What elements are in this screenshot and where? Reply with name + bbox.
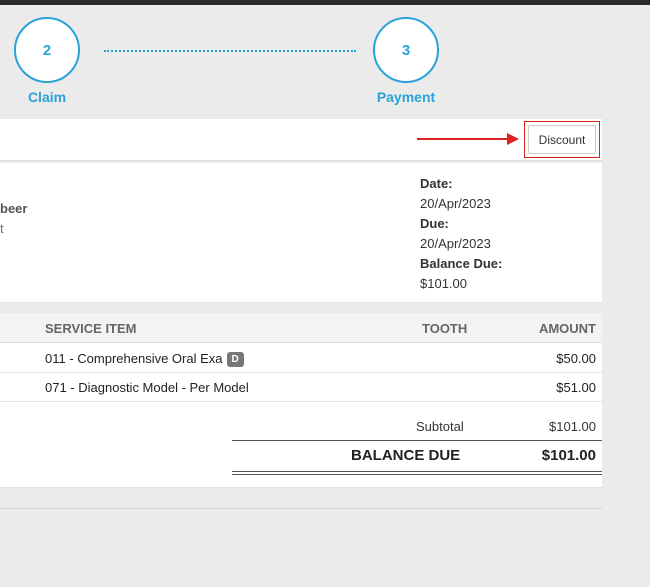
- subtotal-value: $101.00: [549, 419, 596, 434]
- step-number-circle: 2: [14, 17, 80, 83]
- annotation-arrowhead-icon: [507, 133, 519, 145]
- subtotal-label: Subtotal: [416, 419, 464, 434]
- balance-due-total-value: $101.00: [541, 447, 596, 464]
- column-header-tooth: TOOTH: [422, 321, 468, 336]
- due-value: 20/Apr/2023: [420, 236, 491, 251]
- table-row[interactable]: 011 - Comprehensive Oral Exa D $50.00: [0, 344, 602, 373]
- annotation-arrow-icon: [417, 138, 509, 140]
- column-header-amount: AMOUNT: [538, 321, 596, 336]
- window-top-bar: [0, 0, 650, 5]
- column-header-service-item: SERVICE ITEM: [45, 321, 137, 336]
- table-row[interactable]: 071 - Diagnostic Model - Per Model $51.0…: [0, 373, 602, 402]
- step-claim[interactable]: 2 Claim: [14, 17, 80, 105]
- table-header: SERVICE ITEM TOOTH AMOUNT: [0, 313, 602, 343]
- service-items-panel: SERVICE ITEM TOOTH AMOUNT 011 - Comprehe…: [0, 313, 602, 488]
- double-divider: [232, 471, 602, 475]
- balance-due-label: Balance Due:: [420, 256, 503, 271]
- service-item-description: 011 - Comprehensive Oral Exa: [45, 351, 223, 366]
- divider: [0, 508, 602, 509]
- date-value: 20/Apr/2023: [420, 196, 491, 211]
- date-label: Date:: [420, 176, 453, 191]
- step-payment[interactable]: 3 Payment: [373, 17, 439, 105]
- step-label: Payment: [376, 89, 436, 105]
- discount-button[interactable]: Discount: [528, 125, 596, 154]
- amount-cell: $51.00: [556, 380, 596, 395]
- patient-subtext: t: [0, 221, 4, 236]
- patient-name: beer: [0, 201, 28, 216]
- due-label: Due:: [420, 216, 449, 231]
- balance-due-value: $101.00: [420, 276, 467, 291]
- invoice-meta: Date: 20/Apr/2023 Due: 20/Apr/2023 Balan…: [420, 174, 502, 294]
- service-item-description: 071 - Diagnostic Model - Per Model: [45, 380, 249, 395]
- amount-cell: $50.00: [556, 351, 596, 366]
- step-label: Claim: [27, 89, 67, 105]
- d-badge: D: [226, 352, 244, 367]
- step-number-circle: 3: [373, 17, 439, 83]
- step-connector: [104, 50, 356, 52]
- divider: [232, 440, 602, 441]
- service-item-cell: 011 - Comprehensive Oral Exa D: [45, 351, 244, 367]
- invoice-info-panel: beer t Date: 20/Apr/2023 Due: 20/Apr/202…: [0, 163, 602, 303]
- balance-due-total-label: BALANCE DUE: [351, 447, 461, 464]
